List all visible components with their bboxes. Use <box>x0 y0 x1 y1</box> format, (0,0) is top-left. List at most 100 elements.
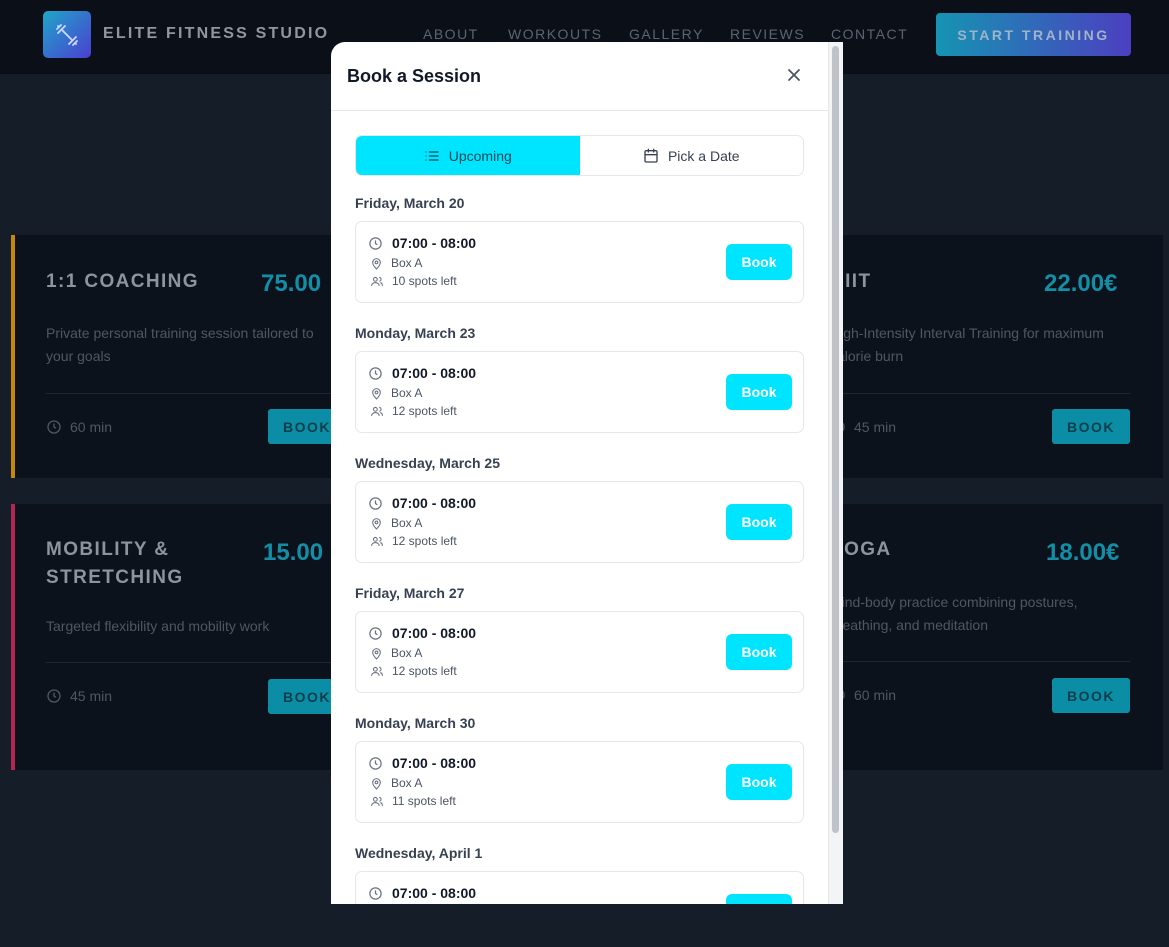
tab-upcoming[interactable]: Upcoming <box>356 136 580 175</box>
modal-title: Book a Session <box>347 66 482 86</box>
users-icon <box>370 535 384 548</box>
book-session-button[interactable]: Book <box>726 244 792 280</box>
tab-label: Pick a Date <box>667 147 740 164</box>
location-text: Box A <box>391 516 423 530</box>
dumbbell-icon <box>55 23 79 47</box>
time-text: 07:00 - 08:00 <box>392 755 477 771</box>
booking-modal: Book a Session Upcoming Pick a Date Frid… <box>331 42 843 904</box>
time-text: 07:00 - 08:00 <box>392 885 477 901</box>
nav-contact[interactable]: CONTACT <box>831 26 908 42</box>
slot-spots: 12 spots left <box>370 404 457 418</box>
card-divider <box>830 393 1130 394</box>
slot-location: Box A <box>370 516 422 530</box>
day-label: Monday, March 30 <box>355 715 476 731</box>
session-slot: 07:00 - 08:00 Box A 12 spots left Book <box>355 611 804 693</box>
nav-gallery[interactable]: GALLERY <box>629 26 704 42</box>
start-training-button[interactable]: START TRAINING <box>936 13 1131 56</box>
location-text: Box A <box>391 256 423 270</box>
list-icon <box>424 148 440 164</box>
map-pin-icon <box>370 387 383 400</box>
tab-pick-a-date[interactable]: Pick a Date <box>579 136 803 175</box>
brand-name[interactable]: ELITE FITNESS STUDIO <box>103 25 329 43</box>
nav-about[interactable]: ABOUT <box>423 26 479 42</box>
map-pin-icon <box>370 257 383 270</box>
card-accent <box>11 504 15 770</box>
card-divider <box>830 661 1130 662</box>
spots-text: 11 spots left <box>392 794 456 808</box>
slot-time: 07:00 - 08:00 <box>368 625 476 641</box>
users-icon <box>370 405 384 418</box>
location-text: Box A <box>391 646 423 660</box>
book-session-button[interactable]: Book <box>726 634 792 670</box>
slot-time: 07:00 - 08:00 <box>368 495 476 511</box>
clock-icon <box>368 626 383 641</box>
card-duration: 45 min <box>46 688 112 704</box>
time-text: 07:00 - 08:00 <box>392 235 477 251</box>
close-button[interactable] <box>784 65 804 85</box>
card-price: 18.00€ <box>1046 539 1120 566</box>
clock-icon <box>368 366 383 381</box>
service-card-yoga: YOGA 18.00€ Mind-body practice combining… <box>795 504 1163 770</box>
scrollbar-thumb[interactable] <box>832 46 839 833</box>
duration-text: 45 min <box>70 688 113 704</box>
card-title: MOBILITY & STRETCHING <box>46 539 184 588</box>
clock-icon <box>46 688 62 704</box>
map-pin-icon <box>370 517 383 530</box>
card-price: 15.00 <box>263 539 324 566</box>
nav-workouts[interactable]: WORKOUTS <box>508 26 602 42</box>
session-slot: 07:00 - 08:00 Box A 12 spots left Book <box>355 351 804 433</box>
slot-time: 07:00 - 08:00 <box>368 885 476 901</box>
tab-label: Upcoming <box>448 147 512 164</box>
day-label: Wednesday, April 1 <box>355 845 483 861</box>
slot-spots: 12 spots left <box>370 534 457 548</box>
card-accent <box>11 235 15 478</box>
map-pin-icon <box>370 777 383 790</box>
clock-icon <box>368 756 383 771</box>
clock-icon <box>46 419 62 435</box>
slot-time: 07:00 - 08:00 <box>368 235 476 251</box>
nav-reviews[interactable]: REVIEWS <box>730 26 805 42</box>
slot-time: 07:00 - 08:00 <box>368 755 476 771</box>
book-session-button[interactable]: Book <box>726 504 792 540</box>
slot-time: 07:00 - 08:00 <box>368 365 476 381</box>
book-button[interactable]: BOOK <box>1052 678 1130 713</box>
clock-icon <box>368 886 383 901</box>
time-text: 07:00 - 08:00 <box>392 625 477 641</box>
card-duration: 60 min <box>46 419 112 435</box>
slot-spots: 12 spots left <box>370 664 457 678</box>
duration-text: 60 min <box>70 419 113 435</box>
card-description: High-Intensity Interval Training for max… <box>830 325 1104 364</box>
book-session-button[interactable]: Book <box>726 764 792 800</box>
modal-header: Book a Session <box>331 42 828 111</box>
users-icon <box>370 665 384 678</box>
card-description: Mind-body practice combining postures, b… <box>830 594 1078 633</box>
day-label: Friday, March 20 <box>355 195 465 211</box>
session-slot: 07:00 - 08:00 Box A 12 spots left Book <box>355 481 804 563</box>
calendar-icon <box>643 148 659 164</box>
slot-spots: 10 spots left <box>370 274 457 288</box>
time-text: 07:00 - 08:00 <box>392 495 477 511</box>
close-icon <box>786 67 802 83</box>
session-slot: 07:00 - 08:00 <box>355 871 804 904</box>
book-button[interactable]: BOOK <box>1052 409 1130 444</box>
slot-location: Box A <box>370 386 422 400</box>
book-session-button[interactable]: Book <box>726 374 792 410</box>
clock-icon <box>368 496 383 511</box>
time-text: 07:00 - 08:00 <box>392 365 477 381</box>
day-label: Friday, March 27 <box>355 585 465 601</box>
logo[interactable] <box>43 11 91 58</box>
spots-text: 12 spots left <box>392 534 457 548</box>
day-label: Monday, March 23 <box>355 325 476 341</box>
card-title: 1:1 COACHING <box>46 271 199 292</box>
duration-text: 60 min <box>854 687 897 703</box>
location-text: Box A <box>391 386 423 400</box>
card-description: Targeted flexibility and mobility work <box>46 618 270 634</box>
book-session-button[interactable] <box>726 894 792 904</box>
location-text: Box A <box>391 776 423 790</box>
slot-spots: 11 spots left <box>370 794 456 808</box>
slot-location: Box A <box>370 646 422 660</box>
session-slot: 07:00 - 08:00 Box A 11 spots left Book <box>355 741 804 823</box>
slot-location: Box A <box>370 776 422 790</box>
service-card-hiit: HIIT 22.00€ High-Intensity Interval Trai… <box>795 235 1163 478</box>
card-price: 22.00€ <box>1044 270 1118 297</box>
